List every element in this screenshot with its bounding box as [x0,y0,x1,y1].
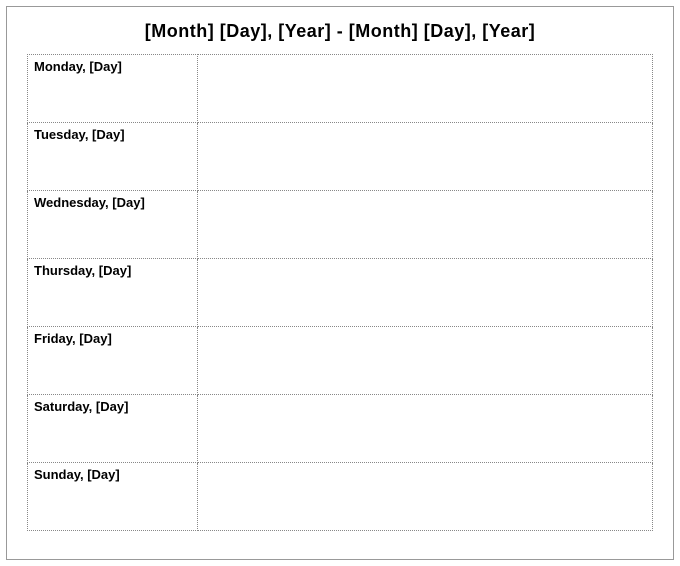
week-table: Monday, [Day] Tuesday, [Day] Wednesday, … [27,54,653,531]
table-row: Sunday, [Day] [28,463,653,531]
table-row: Saturday, [Day] [28,395,653,463]
date-range-title: [Month] [Day], [Year] - [Month] [Day], [… [27,21,653,42]
day-content-monday[interactable] [198,55,653,123]
day-label-thursday: Thursday, [Day] [28,259,198,327]
table-row: Wednesday, [Day] [28,191,653,259]
day-content-tuesday[interactable] [198,123,653,191]
table-row: Friday, [Day] [28,327,653,395]
day-label-friday: Friday, [Day] [28,327,198,395]
weekly-planner-page: [Month] [Day], [Year] - [Month] [Day], [… [6,6,674,560]
day-label-saturday: Saturday, [Day] [28,395,198,463]
day-content-saturday[interactable] [198,395,653,463]
table-row: Monday, [Day] [28,55,653,123]
day-label-sunday: Sunday, [Day] [28,463,198,531]
day-content-sunday[interactable] [198,463,653,531]
table-row: Tuesday, [Day] [28,123,653,191]
day-label-tuesday: Tuesday, [Day] [28,123,198,191]
day-label-wednesday: Wednesday, [Day] [28,191,198,259]
table-row: Thursday, [Day] [28,259,653,327]
day-label-monday: Monday, [Day] [28,55,198,123]
day-content-friday[interactable] [198,327,653,395]
day-content-wednesday[interactable] [198,191,653,259]
day-content-thursday[interactable] [198,259,653,327]
